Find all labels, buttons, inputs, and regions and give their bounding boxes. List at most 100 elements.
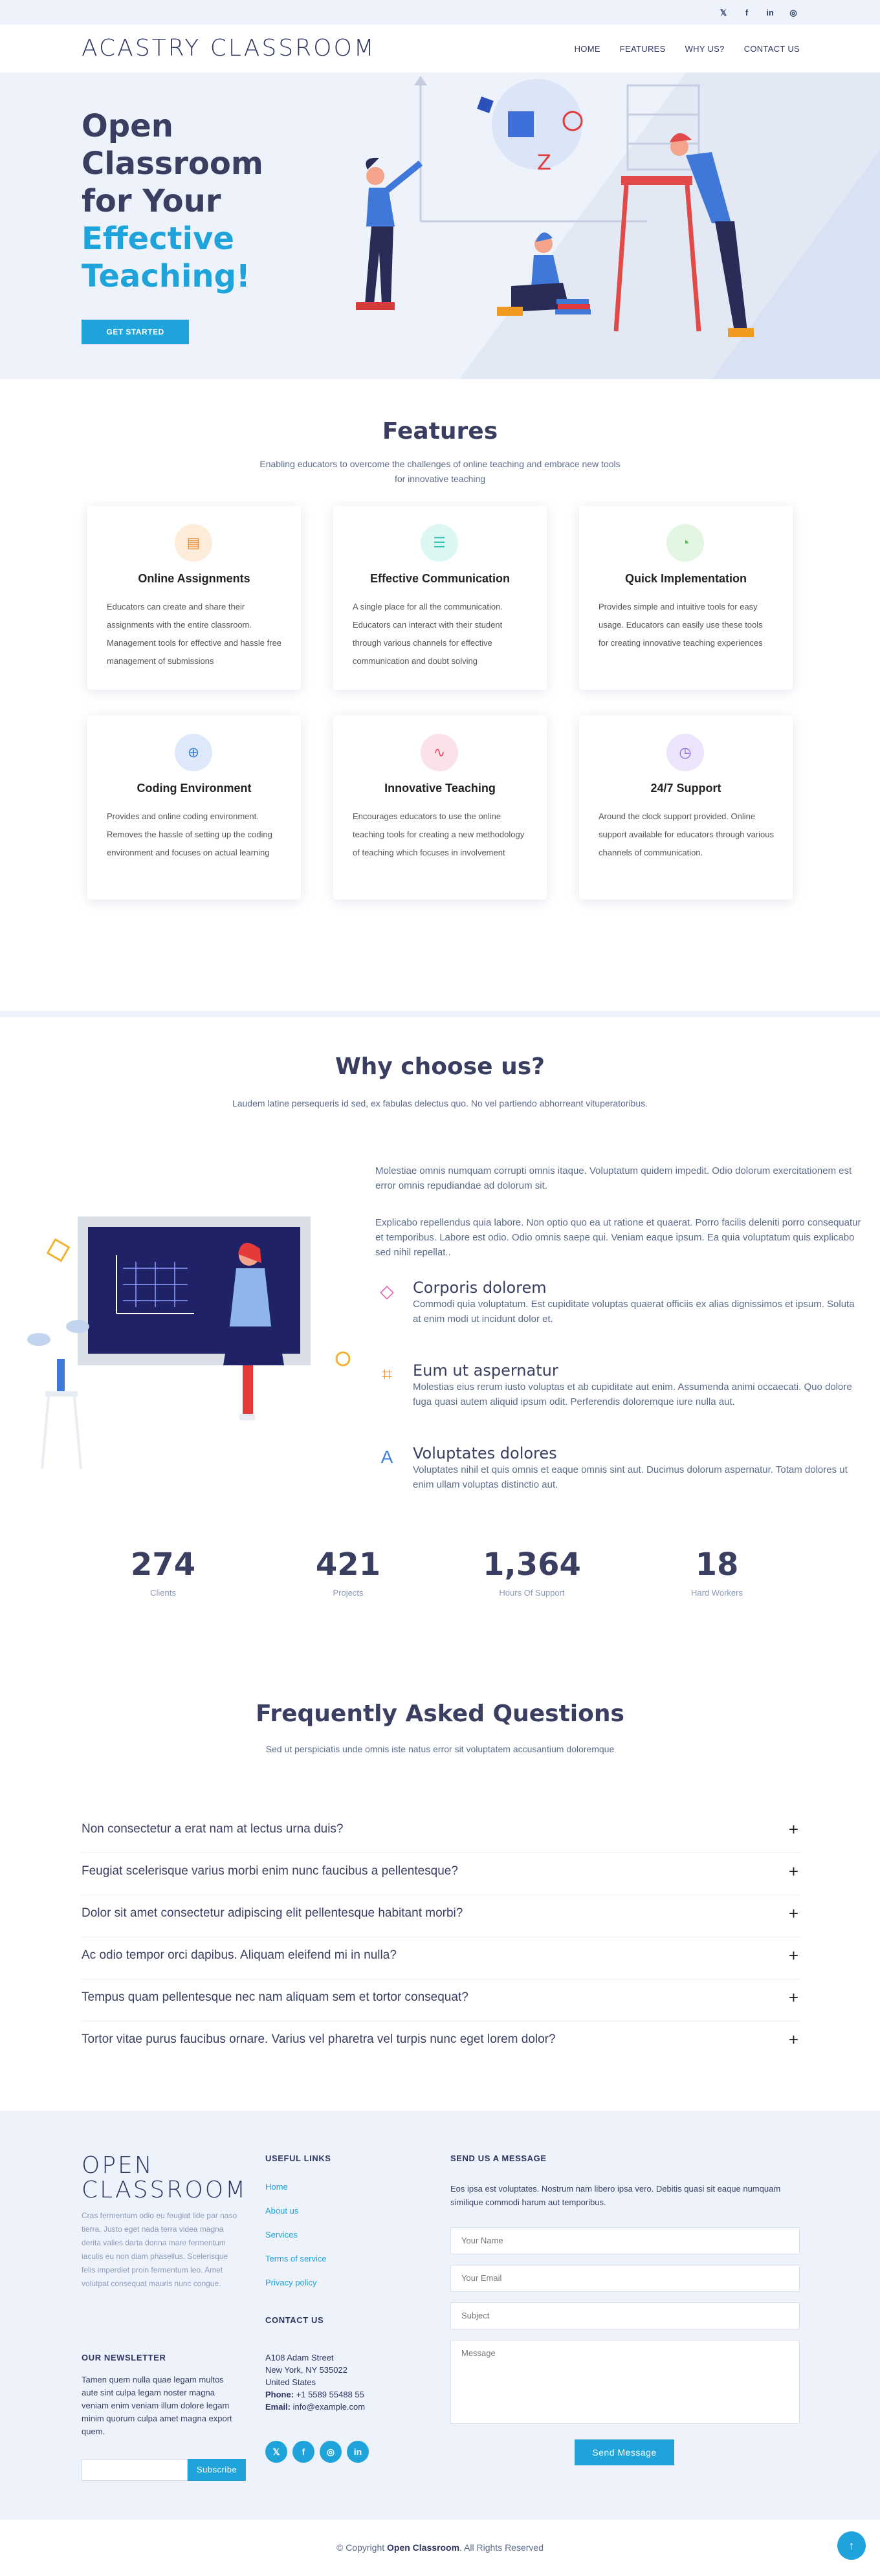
- plus-icon: +: [788, 1862, 798, 1881]
- instagram-icon[interactable]: ◎: [320, 2441, 342, 2463]
- pulse-icon: ∿: [421, 734, 458, 771]
- why-feature: A Voluptates dolores Voluptates nihil et…: [375, 1444, 862, 1492]
- hero-title: Open Classroom for Your Effective Teachi…: [82, 108, 263, 294]
- faq-item[interactable]: Tortor vitae purus faucibus ornare. Vari…: [82, 2022, 801, 2064]
- plus-icon: +: [788, 1820, 798, 1839]
- footer-description: Cras fermentum odio eu feugiat lide par …: [82, 2211, 237, 2288]
- back-to-top-button[interactable]: ↑: [837, 2531, 866, 2560]
- faq-item[interactable]: Feugiat scelerisque varius morbi enim nu…: [82, 1854, 801, 1895]
- feature-card: ◔ Quick Implementation Provides simple a…: [579, 506, 793, 690]
- facebook-icon[interactable]: f: [292, 2441, 314, 2463]
- faq-item[interactable]: Tempus quam pellentesque nec nam aliquam…: [82, 1980, 801, 2021]
- why-illustration: [27, 1216, 351, 1469]
- feature-text: Educators can create and share their ass…: [107, 602, 282, 666]
- feature-text: Provides and online coding environment. …: [107, 811, 272, 857]
- hero-illustration: Z: [356, 72, 880, 379]
- feature-title: Online Assignments: [138, 572, 250, 585]
- why-subtitle: Laudem latine persequeris id sed, ex fab…: [232, 1098, 648, 1108]
- send-message-heading: SEND US A MESSAGE: [450, 2153, 547, 2163]
- topbar-social: 𝕏 f in ◎: [718, 8, 798, 18]
- copyright: © Copyright Open Classroom. All Rights R…: [0, 2520, 880, 2576]
- drafting-icon: ⌗: [382, 1364, 392, 1384]
- facebook-icon[interactable]: f: [742, 8, 752, 18]
- subject-input[interactable]: Subject: [450, 2302, 800, 2329]
- feature-card: ◷ 24/7 Support Around the clock support …: [579, 716, 793, 899]
- nav-home[interactable]: HOME: [575, 44, 600, 54]
- nav-contact-us[interactable]: CONTACT US: [744, 44, 800, 54]
- useful-links: Home About us Services Terms of service …: [265, 2182, 327, 2302]
- site-header: ACASTRY CLASSROOM HOME FEATURES WHY US? …: [0, 25, 880, 72]
- footer-logo[interactable]: OPEN CLASSROOM: [82, 2153, 247, 2203]
- clock-icon: ◷: [666, 734, 704, 771]
- why-section: Why choose us? Laudem latine persequeris…: [0, 1022, 880, 1669]
- why-paragraph-2: Explicabo repellendus quia labore. Non o…: [375, 1217, 861, 1258]
- faq-item[interactable]: Ac odio tempor orci dapibus. Aliquam ele…: [82, 1938, 801, 1979]
- plus-icon: +: [788, 1946, 798, 1965]
- footer-link-about[interactable]: About us: [265, 2206, 327, 2230]
- feature-text: Encourages educators to use the online t…: [353, 811, 525, 857]
- twitter-icon[interactable]: 𝕏: [265, 2441, 287, 2463]
- plus-icon: +: [788, 1988, 798, 2007]
- footer-link-privacy[interactable]: Privacy policy: [265, 2278, 327, 2302]
- diamond-icon: ◇: [380, 1281, 394, 1301]
- why-feature-title: Corporis dolorem: [413, 1279, 547, 1297]
- feature-text: Provides simple and intuitive tools for …: [599, 602, 763, 648]
- why-feature-title: Eum ut aspernatur: [413, 1361, 558, 1380]
- why-feature-text: Molestias eius rerum iusto voluptas et a…: [413, 1382, 852, 1407]
- site-footer: OPEN CLASSROOM Cras fermentum odio eu feu…: [0, 2111, 880, 2520]
- contact-heading: CONTACT US: [265, 2315, 324, 2325]
- faq-section: Frequently Asked Questions Sed ut perspi…: [0, 1663, 880, 2116]
- newsletter-text: Tamen quem nulla quae legam multos aute …: [82, 2375, 232, 2436]
- stat-clients: 274 Clients: [130, 1547, 196, 1598]
- send-message-button[interactable]: Send Message: [575, 2439, 674, 2465]
- nav-features[interactable]: FEATURES: [620, 44, 666, 54]
- newsletter-heading: OUR NEWSLETTER: [82, 2353, 166, 2362]
- why-paragraph-1: Molestiae omnis numquam corrupti omnis i…: [375, 1165, 852, 1191]
- nav-why-us[interactable]: WHY US?: [685, 44, 725, 54]
- twitter-icon[interactable]: 𝕏: [718, 8, 729, 18]
- faq-item[interactable]: Dolor sit amet consectetur adipiscing el…: [82, 1896, 801, 1937]
- contact-info: A108 Adam Street New York, NY 535022 Uni…: [265, 2353, 366, 2412]
- faq-item[interactable]: Non consectetur a erat nam at lectus urn…: [82, 1812, 801, 1853]
- globe-icon: ⊕: [175, 734, 212, 771]
- stat-hours-support: 1,364 Hours Of Support: [483, 1547, 581, 1598]
- why-feature-title: Voluptates dolores: [413, 1444, 557, 1462]
- plus-icon: +: [788, 1904, 798, 1923]
- footer-social: 𝕏 f ◎ in: [265, 2441, 369, 2463]
- document-icon: ▤: [175, 524, 212, 562]
- svg-text:Z: Z: [537, 150, 551, 175]
- feature-title: Quick Implementation: [624, 572, 747, 585]
- name-input[interactable]: Your Name: [450, 2227, 800, 2254]
- stat-hard-workers: 18 Hard Workers: [691, 1547, 743, 1598]
- hero-section: Open Classroom for Your Effective Teachi…: [0, 72, 880, 379]
- linkedin-icon[interactable]: in: [347, 2441, 369, 2463]
- why-feature: ◇ Corporis dolorem Commodi quia voluptat…: [375, 1279, 862, 1327]
- instagram-icon[interactable]: ◎: [788, 8, 798, 18]
- faq-subtitle: Sed ut perspiciatis unde omnis iste natu…: [265, 1744, 615, 1754]
- topbar: 𝕏 f in ◎: [0, 0, 880, 25]
- feature-title: Innovative Teaching: [384, 782, 496, 795]
- features-section: Features Enabling educators to overcome …: [0, 379, 880, 1011]
- feature-text: Around the clock support provided. Onlin…: [599, 811, 774, 857]
- feature-title: Coding Environment: [137, 782, 252, 795]
- footer-link-services[interactable]: Services: [265, 2230, 327, 2254]
- why-feature: ⌗ Eum ut aspernatur Molestias eius rerum…: [375, 1361, 862, 1409]
- linkedin-icon[interactable]: in: [765, 8, 775, 18]
- translate-icon: A: [380, 1447, 393, 1467]
- footer-link-home[interactable]: Home: [265, 2182, 327, 2206]
- email-input[interactable]: Your Email: [450, 2265, 800, 2292]
- speedometer-icon: ◔: [666, 524, 704, 562]
- send-message-text: Eos ipsa est voluptates. Nostrum nam lib…: [450, 2184, 781, 2207]
- feature-text: A single place for all the communication…: [353, 602, 503, 666]
- newsletter-email-input[interactable]: [82, 2459, 188, 2481]
- feature-card: ⊕ Coding Environment Provides and online…: [87, 716, 301, 899]
- feature-card: ∿ Innovative Teaching Encourages educato…: [333, 716, 547, 899]
- feature-title: Effective Communication: [369, 572, 511, 585]
- why-feature-text: Voluptates nihil et quis omnis et eaque …: [413, 1464, 848, 1490]
- site-logo[interactable]: ACASTRY CLASSROOM: [82, 35, 376, 61]
- subscribe-button[interactable]: Subscribe: [188, 2459, 246, 2481]
- footer-link-terms[interactable]: Terms of service: [265, 2254, 327, 2278]
- plus-icon: +: [788, 2030, 798, 2049]
- get-started-button[interactable]: GET STARTED: [82, 320, 189, 344]
- message-textarea[interactable]: Message: [450, 2340, 800, 2424]
